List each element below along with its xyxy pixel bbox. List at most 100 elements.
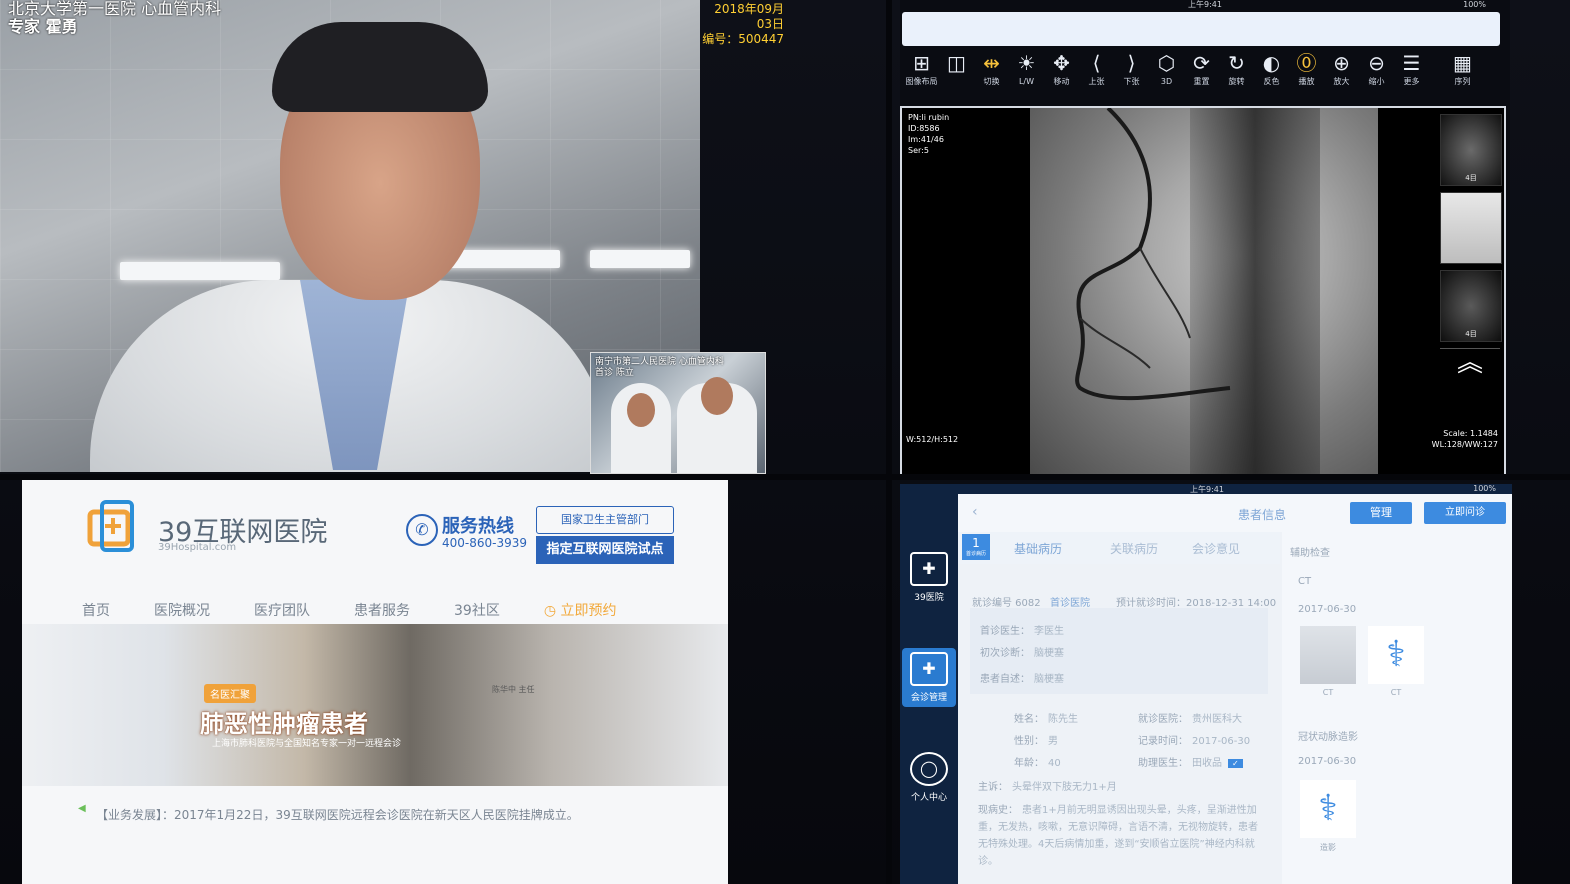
back-chevron-icon[interactable]: ‹	[972, 504, 978, 520]
first-doctor-value: 李医生	[1034, 626, 1064, 637]
toolbar-button-prev[interactable]: ⟨ 上张	[1079, 50, 1114, 98]
pip-video-feed[interactable]: 南宁市第二人民医院 心血管内科 首诊 陈立	[590, 352, 766, 474]
toolbar-button-move[interactable]: ✥ 移动	[1044, 50, 1079, 98]
toolbar-label: 图像布局	[905, 77, 938, 86]
news-ticker[interactable]: 【业务发展】：2017年1月22日，39互联网医院远程会诊医院在新天区人民医院挂…	[96, 806, 579, 823]
emr-status-battery: 100%	[1473, 484, 1496, 493]
banner-title: 肺恶性肿瘤患者	[200, 710, 368, 738]
nav-patient-services[interactable]: 患者服务	[354, 600, 410, 620]
pip-person-left-head	[627, 393, 655, 427]
prev-icon: ⟨	[1092, 51, 1101, 75]
nav-overview[interactable]: 医院概况	[154, 600, 210, 620]
pacs-tablet-screen: 上午9:41 100% ⊞ 图像布局 ◫ ⇹ 切换 ☀ L/W ✥ 移动 ⟨ 上张 ⟩ 下张 ⬡ 3D ⟳ 重置…	[900, 0, 1510, 480]
series-thumbnail[interactable]: 4目	[1440, 270, 1502, 342]
field-label: 年龄：	[1014, 758, 1044, 769]
sidebar-item-label: 会诊管理	[910, 693, 947, 703]
toolbar-label: 上张	[1088, 77, 1105, 86]
toolbar-button-invert[interactable]: ◐ 反色	[1254, 50, 1289, 98]
toolbar-button-next[interactable]: ⟩ 下张	[1114, 50, 1149, 98]
auxiliary-exam-panel: 辅助检查 CT 2017-06-30 CT ⚕ CT 冠状动脉造影 2017-0…	[1282, 532, 1512, 884]
doctor-hair	[272, 22, 488, 112]
complaint-value: 头晕伴双下肢无力1+月	[1012, 782, 1117, 793]
nav-community[interactable]: 39社区	[454, 600, 500, 620]
authority-badge: 国家卫生主管部门	[536, 506, 674, 534]
exam-date: 2017-06-30	[1298, 756, 1357, 767]
toolbar-button-zoom-in[interactable]: ⊕ 放大	[1324, 50, 1359, 98]
emr-header: ‹ 患者信息 管理 立即问诊	[958, 494, 1512, 532]
sidebar-item-consultation[interactable]: ✚ 会诊管理	[902, 648, 956, 707]
toolbar-button-brightness[interactable]: ☀ L/W	[1009, 50, 1044, 98]
toolbar-button-switch-arrows[interactable]: ⇹ 切换	[974, 50, 1009, 98]
medical-caduceus-icon[interactable]: ⚕	[1368, 626, 1424, 684]
toolbar-label: 旋转	[1228, 77, 1245, 86]
website-nav: 首页 医院概况 医疗团队 患者服务 39社区 ◷ 立即预约	[82, 600, 705, 620]
hospital-logo-icon	[87, 500, 134, 552]
nav-home[interactable]: 首页	[82, 600, 110, 620]
emr-tabs: 1 首诊病历 基础病历 关联病历 会诊意见	[958, 532, 1280, 564]
sidebar-item-label: 39医院	[914, 593, 944, 603]
hotline-number[interactable]: 400-860-3939	[442, 536, 527, 550]
history-value: 患者1+月前无明显诱因出现头晕，头疼，呈渐进性加重，无发热，咳嗽，无意识障碍，言…	[978, 805, 1258, 867]
cube-3d-icon: ⬡	[1157, 51, 1176, 75]
pip-caption-doctor: 首诊 陈立	[595, 368, 634, 378]
manage-button[interactable]: 管理	[1350, 502, 1412, 524]
pacs-status-bar: 上午9:41 100%	[900, 0, 1510, 10]
history-row: 现病史： 患者1+月前无明显诱因出现头晕，头疼，呈渐进性加重，无发热，咳嗽，无意识…	[978, 802, 1260, 870]
complaint-row: 主诉： 头晕伴双下肢无力1+月	[978, 778, 1117, 793]
scroll-up-chevron-icon[interactable]: ︽	[1440, 348, 1500, 377]
film-icon: ▦	[1453, 51, 1472, 75]
first-doctor-row: 首诊医生： 李医生	[980, 622, 1064, 637]
toolbar-button-zoom-out[interactable]: ⊖ 缩小	[1359, 50, 1394, 98]
tab-related-record[interactable]: 关联病历	[1110, 540, 1158, 557]
first-visit-badge-label: 首诊病历	[965, 551, 986, 557]
expert-caption: 专家 霍勇	[8, 17, 78, 36]
angiogram-image[interactable]	[1030, 108, 1378, 476]
consult-now-button[interactable]: 立即问诊	[1424, 502, 1506, 524]
tab-basic-record[interactable]: 基础病历	[1014, 540, 1062, 557]
tab-consult-opinion[interactable]: 会诊意见	[1192, 540, 1240, 557]
series-thumbnails: 4目 4目 ︽	[1440, 114, 1502, 377]
toolbar-button-rotate[interactable]: ↻ 旋转	[1219, 50, 1254, 98]
sidebar-item-hospital[interactable]: ✚ 39医院	[900, 552, 958, 603]
sidebar-item-profile[interactable]: ◯ 个人中心	[900, 752, 958, 803]
exam-section-angiography: 冠状动脉造影	[1298, 732, 1358, 743]
toolbar-button-play[interactable]: ⓪ 播放	[1289, 50, 1324, 98]
emr-status-bar: 上午9:41 100%	[958, 484, 1512, 494]
medical-caduceus-icon[interactable]: ⚕	[1300, 780, 1356, 838]
nav-team[interactable]: 医疗团队	[254, 600, 310, 620]
series-thumbnail[interactable]	[1440, 192, 1502, 264]
toolbar-button-reset[interactable]: ⟳ 重置	[1184, 50, 1219, 98]
ct-image-thumbnail[interactable]	[1300, 626, 1356, 684]
field-label: 性别：	[1014, 736, 1044, 747]
toolbar-label: L/W	[1018, 77, 1035, 86]
toolbar-button-grid[interactable]: ⊞ 图像布局	[904, 50, 939, 98]
toolbar-button-cube-3d[interactable]: ⬡ 3D	[1149, 50, 1184, 98]
website-banner[interactable]: 名医汇聚 肺恶性肿瘤患者 上海市肺科医院与全国知名专家一对一远程会诊 陈华中 主…	[22, 624, 728, 786]
hospital-caption: 北京大学第一医院 心血管内科	[8, 0, 222, 18]
toolbar-label: 缩小	[1368, 77, 1385, 86]
diagnosis-card: 首诊医生： 李医生 初次诊断： 脑梗塞 患者自述： 脑梗塞	[970, 608, 1268, 694]
zoom-in-icon: ⊕	[1333, 51, 1350, 75]
banner-subtitle: 上海市肺科医院与全国知名专家一对一远程会诊	[212, 739, 402, 749]
toolbar-label: 移动	[1053, 77, 1070, 86]
viewer-info-line: Ser:5	[908, 146, 929, 155]
toolbar-label: 切换	[983, 77, 1000, 86]
viewer-scale-info: Scale: 1.1484 WL:128/WW:127	[1432, 428, 1498, 450]
toolbar-button-film[interactable]: ▦ 序列	[1445, 50, 1480, 98]
viewer-dimensions: W:512/H:512	[906, 435, 959, 444]
toolbar-button-menu[interactable]: ☰ 更多	[1394, 50, 1429, 98]
angiography-viewer[interactable]: PN:li rubin ID:8586 Im:41/46 Ser:5 W:512…	[900, 106, 1506, 478]
toolbar-label: 下张	[1123, 77, 1140, 86]
reset-icon: ⟳	[1193, 51, 1210, 75]
field-label: 现病史：	[978, 805, 1018, 816]
nav-book-now[interactable]: ◷ 立即预约	[544, 600, 661, 620]
field-label: 就诊医院：	[1138, 714, 1188, 725]
pacs-navigation-bar	[902, 12, 1500, 46]
website-domain: 39Hospital.com	[158, 542, 237, 553]
first-diagnosis-row: 初次诊断： 脑梗塞	[980, 644, 1064, 659]
gender-value: 男	[1048, 736, 1058, 747]
display-seam	[0, 474, 1570, 480]
series-thumbnail[interactable]: 4目	[1440, 114, 1502, 186]
zoom-out-icon: ⊖	[1368, 51, 1385, 75]
toolbar-button-split[interactable]: ◫	[939, 50, 974, 98]
